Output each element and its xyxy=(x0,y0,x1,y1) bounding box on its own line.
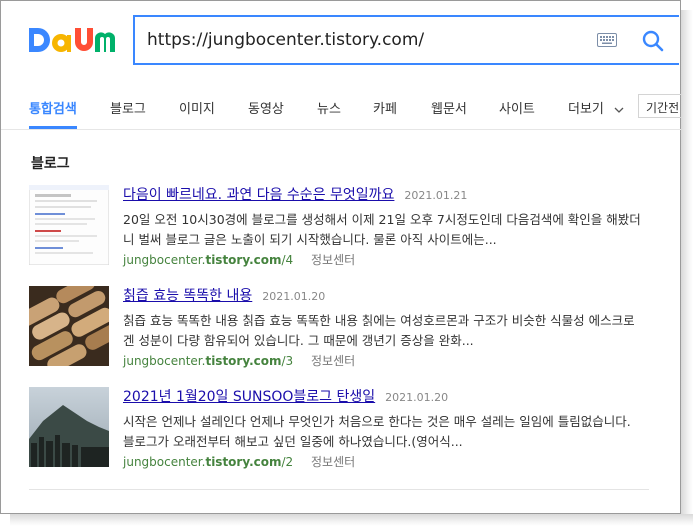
result-thumbnail[interactable] xyxy=(29,387,109,467)
window-shadow-right xyxy=(681,10,693,526)
result-date: 2021.01.21 xyxy=(404,189,468,202)
url-host: jungbocenter. xyxy=(123,354,206,368)
result-url[interactable]: jungbocenter.tistory.com/2 xyxy=(123,455,293,469)
tab-site[interactable]: 사이트 xyxy=(499,98,535,117)
keyboard-icon[interactable] xyxy=(597,33,617,47)
tab-video[interactable]: 동영상 xyxy=(248,98,284,117)
url-host: jungbocenter. xyxy=(123,253,206,267)
search-icon[interactable] xyxy=(641,29,665,53)
result-title-text[interactable]: 2021년 1월20일 SUNSOO블로그 탄생일 xyxy=(123,389,375,405)
active-tab-indicator xyxy=(29,126,77,129)
window-shadow-bottom xyxy=(10,514,693,526)
result-thumbnail[interactable] xyxy=(29,286,109,366)
url-path: /4 xyxy=(281,253,294,267)
url-host: jungbocenter. xyxy=(123,455,206,469)
result-item: 칡즙 효능 똑똑한 내용 2021.01.20 칡즙 효능 똑똑한 내용 칡즙 효… xyxy=(29,286,649,370)
result-date: 2021.01.20 xyxy=(385,391,449,404)
result-category[interactable]: 정보센터 xyxy=(311,354,355,368)
search-input[interactable] xyxy=(147,27,567,53)
result-title-text[interactable]: 다음이 빠르네요. 과연 다음 수순은 무엇일까요 xyxy=(123,187,394,203)
url-path: /2 xyxy=(281,455,294,469)
result-description: 칡즙 효능 똑똑한 내용 칡즙 효능 똑똑한 내용 칡에는 여성호르몬과 구조가… xyxy=(123,313,635,348)
url-domain: tistory.com xyxy=(205,354,282,368)
tab-cafe[interactable]: 카페 xyxy=(373,98,397,117)
result-meta: jungbocenter.tistory.com/3 정보센터 xyxy=(123,352,355,369)
result-thumbnail[interactable] xyxy=(29,185,109,265)
daum-logo[interactable] xyxy=(27,24,117,56)
search-box xyxy=(133,15,679,65)
result-title[interactable]: 칡즙 효능 똑똑한 내용 2021.01.20 xyxy=(123,285,325,305)
result-category[interactable]: 정보센터 xyxy=(311,253,355,267)
result-title[interactable]: 다음이 빠르네요. 과연 다음 수순은 무엇일까요 2021.01.21 xyxy=(123,184,467,204)
result-title[interactable]: 2021년 1월20일 SUNSOO블로그 탄생일 2021.01.20 xyxy=(123,386,448,406)
chevron-down-icon xyxy=(614,107,624,113)
url-domain: tistory.com xyxy=(205,455,282,469)
url-domain: tistory.com xyxy=(205,253,282,267)
url-path: /3 xyxy=(281,354,294,368)
tab-blog[interactable]: 블로그 xyxy=(110,98,146,117)
result-description: 20일 오전 10시30경에 블로그를 생성해서 이제 21일 오후 7시정도인… xyxy=(123,212,641,247)
browser-viewport: 통합검색 블로그 이미지 동영상 뉴스 카페 웹문서 사이트 더보기 기간전 블… xyxy=(0,0,688,514)
result-title-text[interactable]: 칡즙 효능 똑똑한 내용 xyxy=(123,288,252,304)
result-url[interactable]: jungbocenter.tistory.com/4 xyxy=(123,253,293,267)
result-category[interactable]: 정보센터 xyxy=(311,455,355,469)
result-date: 2021.01.20 xyxy=(262,290,326,303)
tab-webdoc[interactable]: 웹문서 xyxy=(431,98,467,117)
result-meta: jungbocenter.tistory.com/2 정보센터 xyxy=(123,453,355,470)
result-meta: jungbocenter.tistory.com/4 정보센터 xyxy=(123,251,355,268)
result-description: 시작은 언제나 설레인다 언제나 무엇인가 처음으로 한다는 것은 매우 설레는… xyxy=(123,414,631,449)
more-label: 더보기 xyxy=(568,102,604,117)
result-item: 2021년 1월20일 SUNSOO블로그 탄생일 2021.01.20 시작은 … xyxy=(29,387,649,471)
section-title: 블로그 xyxy=(31,156,70,172)
more-button[interactable]: 더보기 xyxy=(568,98,624,117)
tab-news[interactable]: 뉴스 xyxy=(317,98,341,117)
search-tabs: 통합검색 블로그 이미지 동영상 뉴스 카페 웹문서 사이트 더보기 기간전 xyxy=(1,89,688,130)
section-divider xyxy=(29,489,649,490)
result-item: 다음이 빠르네요. 과연 다음 수순은 무엇일까요 2021.01.21 20일 … xyxy=(29,185,649,269)
tab-image[interactable]: 이미지 xyxy=(179,98,215,117)
result-url[interactable]: jungbocenter.tistory.com/3 xyxy=(123,354,293,368)
tab-integrated[interactable]: 통합검색 xyxy=(29,98,77,117)
